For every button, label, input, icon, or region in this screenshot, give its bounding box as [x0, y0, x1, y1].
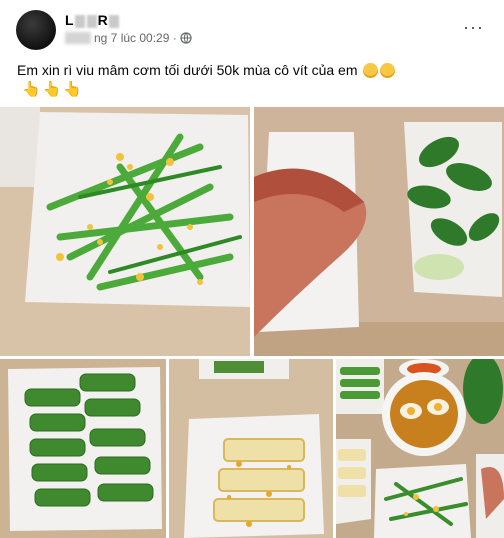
caption-text: Em xin rì viu mâm cơm tối dưới 50k mùa c… — [17, 62, 358, 78]
pointing-hands: 👆👆👆 — [22, 81, 85, 98]
avatar[interactable] — [16, 10, 56, 50]
timestamp[interactable]: ng 7 lúc 00:29 · — [94, 31, 177, 45]
globe-icon[interactable] — [180, 32, 192, 44]
post-meta: ng 7 lúc 00:29 · — [65, 31, 192, 45]
more-options-icon[interactable]: ··· — [463, 18, 484, 36]
photo-fish-herbs[interactable] — [254, 107, 504, 356]
photo-cucumbers[interactable] — [0, 359, 166, 538]
laughing-emoji-icon — [380, 63, 396, 78]
photo-fried-tofu[interactable] — [169, 359, 333, 538]
blurred-date — [65, 32, 91, 44]
laughing-emoji-icon — [363, 63, 379, 78]
photo-meal-tray[interactable] — [336, 359, 504, 538]
post-caption: Em xin rì viu mâm cơm tối dưới 50k mùa c… — [17, 62, 396, 78]
photo-water-spinach[interactable] — [0, 107, 250, 356]
post-header: LR ng 7 lúc 00:29 · ··· — [0, 0, 504, 60]
author-name[interactable]: LR — [65, 12, 120, 28]
photo-grid — [0, 107, 504, 538]
